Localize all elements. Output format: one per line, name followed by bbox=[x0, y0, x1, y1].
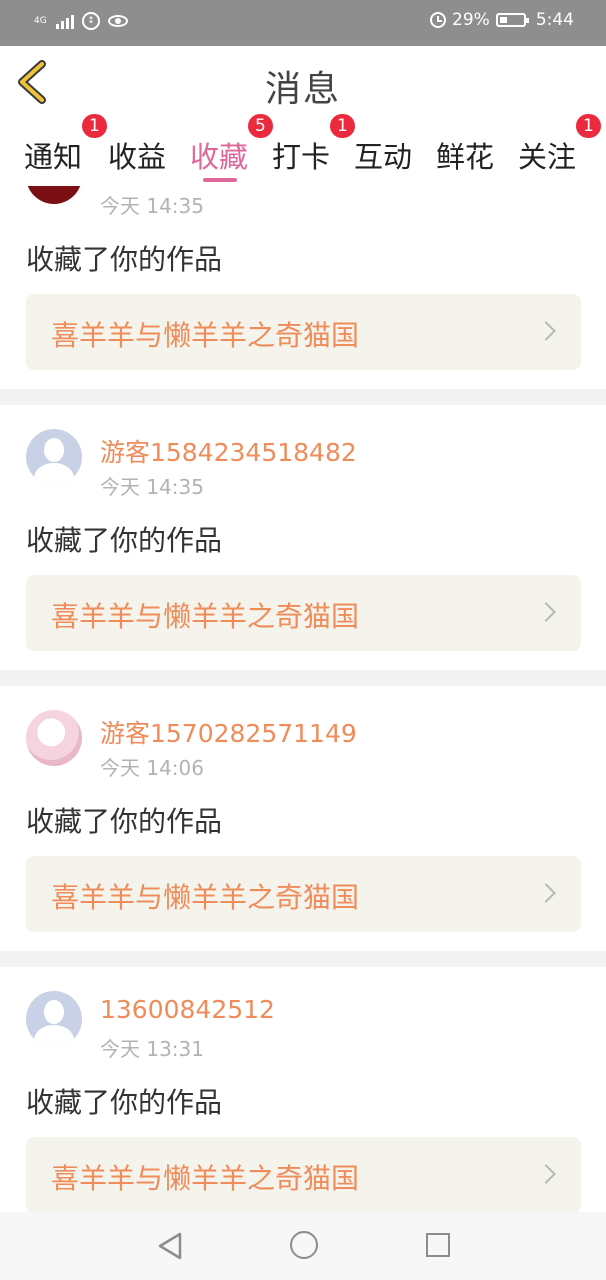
action-text: 收藏了你的作品 bbox=[26, 243, 223, 276]
page-title: 消息 bbox=[264, 69, 341, 110]
tab-label: 收藏 bbox=[190, 140, 249, 174]
clock: 5:44 bbox=[535, 10, 574, 30]
nav-recents-icon[interactable] bbox=[426, 1233, 450, 1257]
message-card: 游客1584234518482 今天 14:35 收藏了你的作品 喜羊羊与懒羊羊… bbox=[0, 405, 606, 670]
tab-follow[interactable]: 关注 bbox=[518, 134, 576, 176]
alarm-icon bbox=[430, 12, 447, 28]
timestamp: 今天 14:35 bbox=[100, 475, 204, 499]
timestamp: 今天 14:35 bbox=[100, 194, 204, 218]
work-link[interactable]: 喜羊羊与懒羊羊之奇猫国 bbox=[26, 575, 581, 651]
divider bbox=[0, 951, 606, 967]
tab-notifications-badge: 1 bbox=[82, 114, 107, 138]
avatar[interactable] bbox=[26, 710, 82, 766]
message-card: 游客1570282571149 今天 14:06 收藏了你的作品 喜羊羊与懒羊羊… bbox=[0, 686, 606, 951]
tab-label: 通知 bbox=[24, 140, 83, 174]
app-header: 消息 bbox=[0, 46, 606, 121]
timestamp: 今天 14:06 bbox=[100, 756, 204, 780]
active-tab-indicator bbox=[203, 178, 237, 182]
tab-label: 互动 bbox=[354, 140, 413, 174]
tab-follow-badge: 1 bbox=[576, 114, 601, 138]
timestamp: 今天 13:31 bbox=[100, 1037, 204, 1061]
chevron-right-icon bbox=[536, 1164, 556, 1184]
battery-icon bbox=[495, 13, 529, 27]
tab-label: 收益 bbox=[108, 140, 167, 174]
status-bar: 4G ↕ 29% 5:44 bbox=[0, 0, 606, 46]
action-text: 收藏了你的作品 bbox=[26, 524, 223, 557]
divider bbox=[0, 670, 606, 686]
tab-notifications[interactable]: 通知 bbox=[24, 134, 82, 176]
nav-back-icon[interactable] bbox=[158, 1232, 182, 1260]
chevron-right-icon bbox=[536, 883, 556, 903]
username[interactable]: 游客1570282571149 bbox=[100, 714, 357, 750]
avatar[interactable] bbox=[26, 991, 82, 1047]
tab-earnings[interactable]: 收益 bbox=[108, 134, 166, 176]
action-text: 收藏了你的作品 bbox=[26, 805, 223, 838]
message-card: 13600842512 今天 13:31 收藏了你的作品 喜羊羊与懒羊羊之奇猫国 bbox=[0, 967, 606, 1212]
work-title: 喜羊羊与懒羊羊之奇猫国 bbox=[51, 600, 360, 633]
username[interactable]: 游客1584234518482 bbox=[100, 433, 357, 469]
work-link[interactable]: 喜羊羊与懒羊羊之奇猫国 bbox=[26, 294, 581, 370]
signal-icon bbox=[56, 13, 74, 29]
chevron-right-icon bbox=[536, 321, 556, 341]
avatar[interactable] bbox=[26, 186, 82, 204]
nav-home-icon[interactable] bbox=[290, 1231, 318, 1259]
tab-label: 关注 bbox=[518, 140, 577, 174]
tab-label: 打卡 bbox=[272, 140, 331, 174]
chevron-right-icon bbox=[536, 602, 556, 622]
tab-checkin[interactable]: 打卡 bbox=[272, 134, 330, 176]
battery-percent: 29% bbox=[452, 10, 490, 30]
tab-bar: 通知 1 收益 收藏 5 打卡 1 互动 鲜花 关注 1 bbox=[0, 114, 606, 186]
tab-flowers[interactable]: 鲜花 bbox=[436, 134, 494, 176]
tab-favorites-badge: 5 bbox=[248, 114, 273, 138]
action-text: 收藏了你的作品 bbox=[26, 1086, 223, 1119]
divider bbox=[0, 389, 606, 405]
tab-interaction[interactable]: 互动 bbox=[354, 134, 412, 176]
system-nav-bar bbox=[0, 1212, 606, 1280]
username[interactable]: 13600842512 bbox=[100, 995, 275, 1024]
work-title: 喜羊羊与懒羊羊之奇猫国 bbox=[51, 319, 360, 352]
tab-favorites[interactable]: 收藏 bbox=[190, 134, 249, 182]
tab-label: 鲜花 bbox=[436, 140, 495, 174]
work-title: 喜羊羊与懒羊羊之奇猫国 bbox=[51, 1162, 360, 1195]
message-feed[interactable]: 今天 14:35 收藏了你的作品 喜羊羊与懒羊羊之奇猫国 游客158423451… bbox=[0, 186, 606, 1212]
avatar[interactable] bbox=[26, 429, 82, 485]
eye-comfort-icon bbox=[108, 15, 128, 27]
work-title: 喜羊羊与懒羊羊之奇猫国 bbox=[51, 881, 360, 914]
message-card: 今天 14:35 收藏了你的作品 喜羊羊与懒羊羊之奇猫国 bbox=[0, 186, 606, 389]
work-link[interactable]: 喜羊羊与懒羊羊之奇猫国 bbox=[26, 1137, 581, 1212]
volte-icon: ↕ bbox=[82, 12, 100, 30]
work-link[interactable]: 喜羊羊与懒羊羊之奇猫国 bbox=[26, 856, 581, 932]
network-type-label: 4G bbox=[34, 15, 47, 26]
tab-checkin-badge: 1 bbox=[330, 114, 355, 138]
